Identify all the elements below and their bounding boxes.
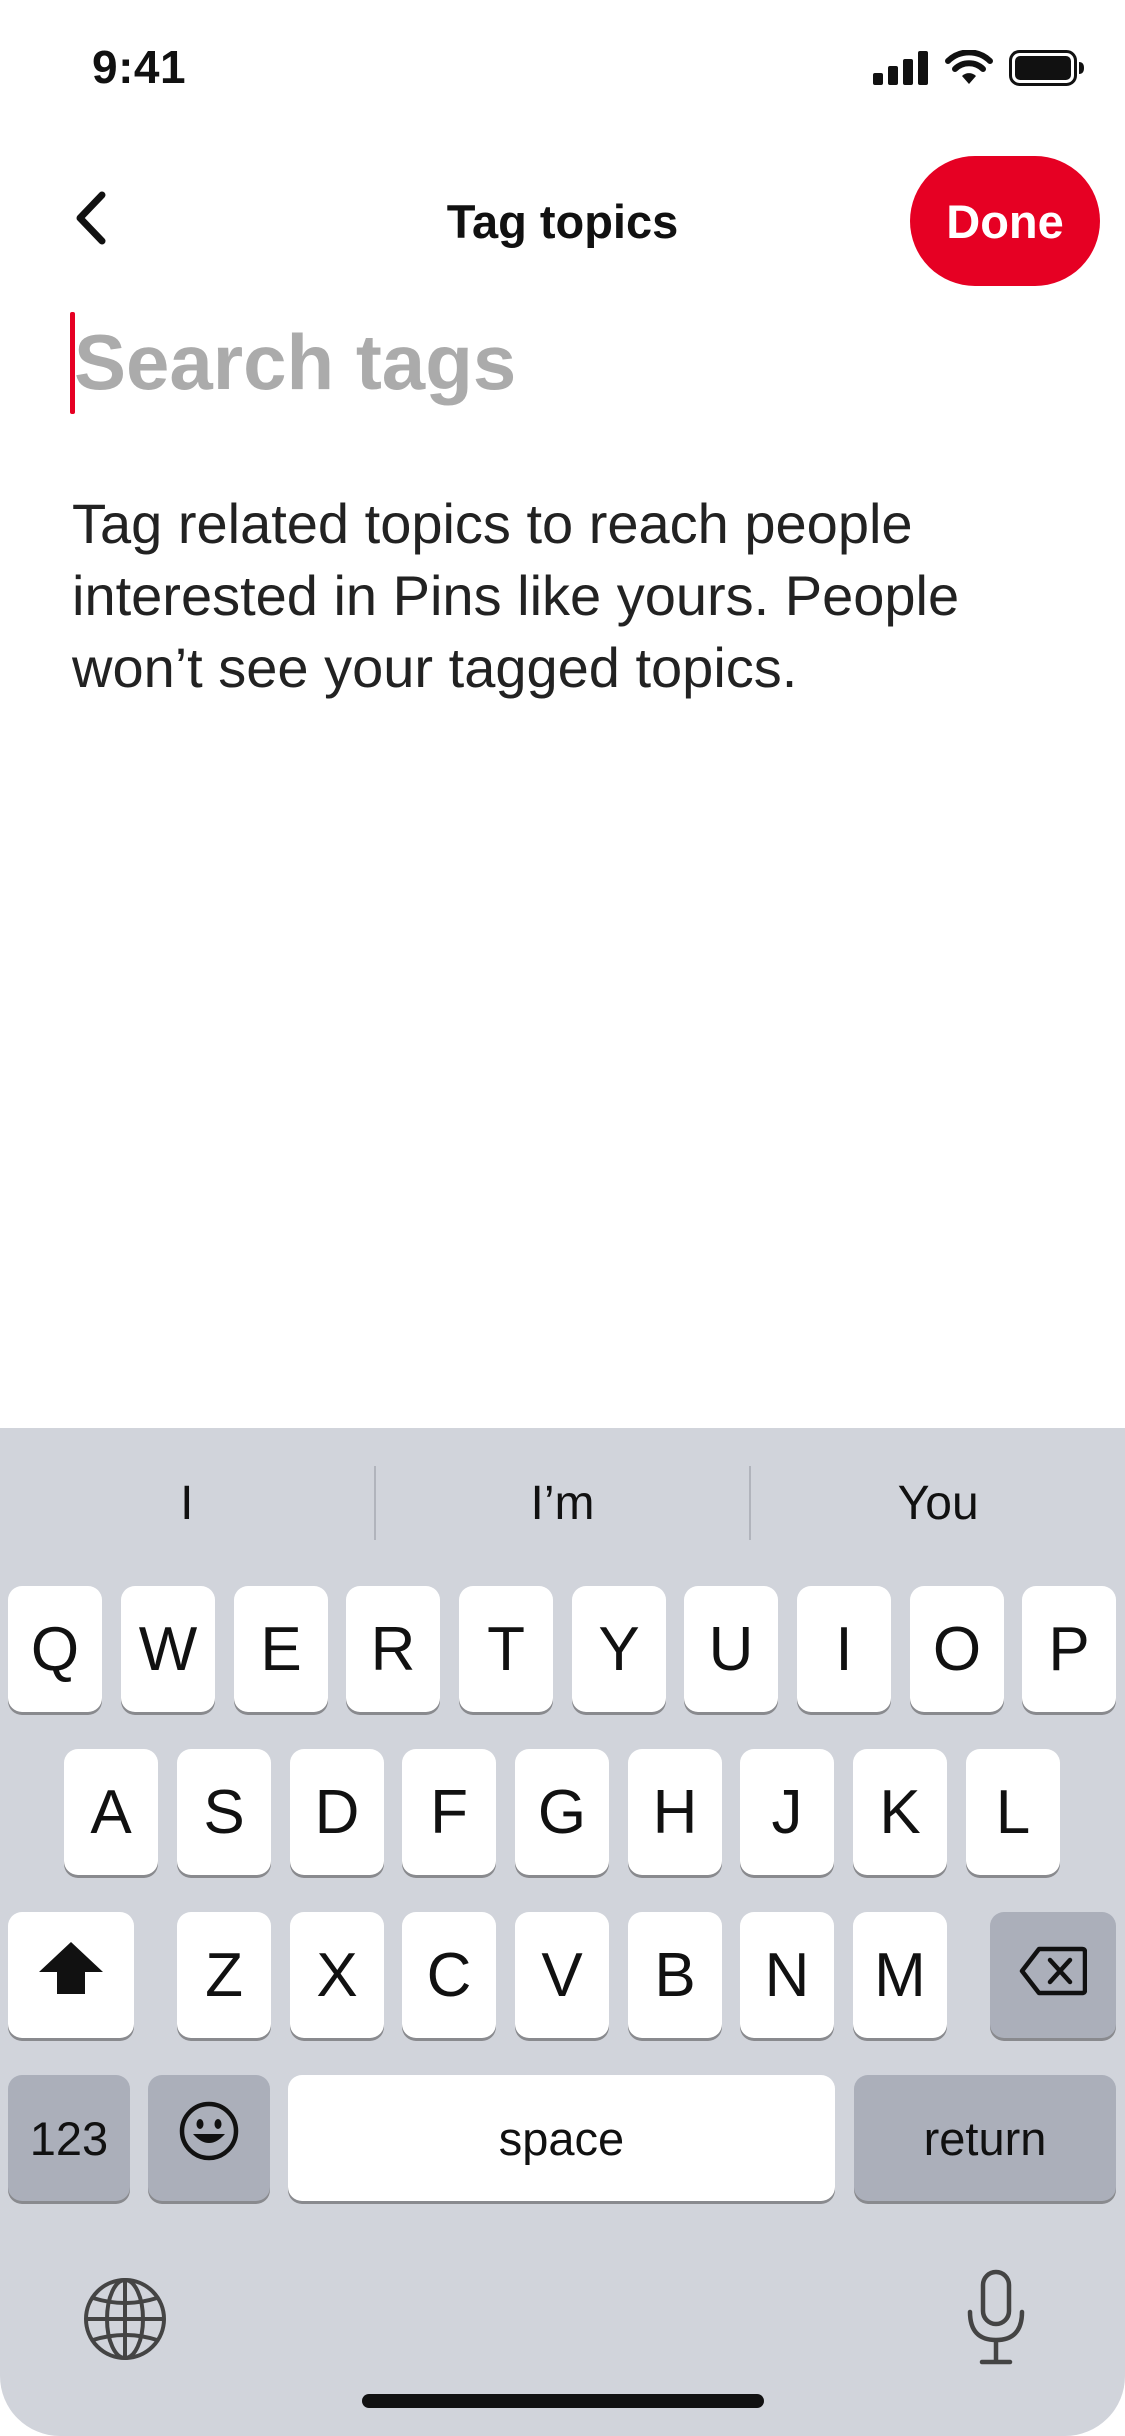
- key-y[interactable]: Y: [572, 1586, 666, 1712]
- space-key[interactable]: space: [288, 2075, 835, 2201]
- key-k[interactable]: K: [853, 1749, 947, 1875]
- suggestion-item[interactable]: I’m: [376, 1476, 750, 1531]
- keyboard: I I’m You Q W E R T Y U I O P A S D F G …: [0, 1428, 1125, 2436]
- wifi-icon: [945, 50, 993, 86]
- suggestion-item[interactable]: I: [0, 1476, 374, 1531]
- key-v[interactable]: V: [515, 1912, 609, 2038]
- suggestion-bar: I I’m You: [0, 1428, 1125, 1578]
- microphone-icon[interactable]: [964, 2268, 1028, 2373]
- search-input[interactable]: [74, 310, 1034, 415]
- battery-icon: [1009, 50, 1085, 86]
- key-s[interactable]: S: [177, 1749, 271, 1875]
- numbers-key[interactable]: 123: [8, 2075, 130, 2201]
- key-h[interactable]: H: [628, 1749, 722, 1875]
- key-g[interactable]: G: [515, 1749, 609, 1875]
- emoji-icon: [178, 2100, 240, 2177]
- key-r[interactable]: R: [346, 1586, 440, 1712]
- key-o[interactable]: O: [910, 1586, 1004, 1712]
- key-z[interactable]: Z: [177, 1912, 271, 2038]
- key-q[interactable]: Q: [8, 1586, 102, 1712]
- key-p[interactable]: P: [1022, 1586, 1116, 1712]
- search-field[interactable]: [70, 310, 1050, 415]
- status-icons: [873, 50, 1085, 86]
- description-text: Tag related topics to reach people inter…: [72, 492, 960, 699]
- done-button[interactable]: Done: [910, 156, 1100, 286]
- key-t[interactable]: T: [459, 1586, 553, 1712]
- return-key[interactable]: return: [854, 2075, 1116, 2201]
- key-m[interactable]: M: [853, 1912, 947, 2038]
- key-n[interactable]: N: [740, 1912, 834, 2038]
- key-f[interactable]: F: [402, 1749, 496, 1875]
- key-c[interactable]: C: [402, 1912, 496, 2038]
- emoji-key[interactable]: [148, 2075, 270, 2201]
- globe-icon[interactable]: [82, 2276, 168, 2367]
- key-d[interactable]: D: [290, 1749, 384, 1875]
- shift-key[interactable]: [8, 1912, 134, 2038]
- key-b[interactable]: B: [628, 1912, 722, 2038]
- key-j[interactable]: J: [740, 1749, 834, 1875]
- key-i[interactable]: I: [797, 1586, 891, 1712]
- key-a[interactable]: A: [64, 1749, 158, 1875]
- key-e[interactable]: E: [234, 1586, 328, 1712]
- status-time: 9:41: [92, 41, 187, 93]
- key-w[interactable]: W: [121, 1586, 215, 1712]
- backspace-key[interactable]: [990, 1912, 1116, 2038]
- home-indicator[interactable]: [362, 2394, 764, 2408]
- cellular-signal-icon: [873, 51, 929, 85]
- shift-icon: [37, 1940, 105, 2011]
- key-x[interactable]: X: [290, 1912, 384, 2038]
- key-l[interactable]: L: [966, 1749, 1060, 1875]
- key-u[interactable]: U: [684, 1586, 778, 1712]
- screen: 9:41 Tag topics Done Search tags Tag rel…: [0, 0, 1125, 2436]
- backspace-icon: [1019, 1940, 1088, 2011]
- suggestion-item[interactable]: You: [751, 1476, 1125, 1531]
